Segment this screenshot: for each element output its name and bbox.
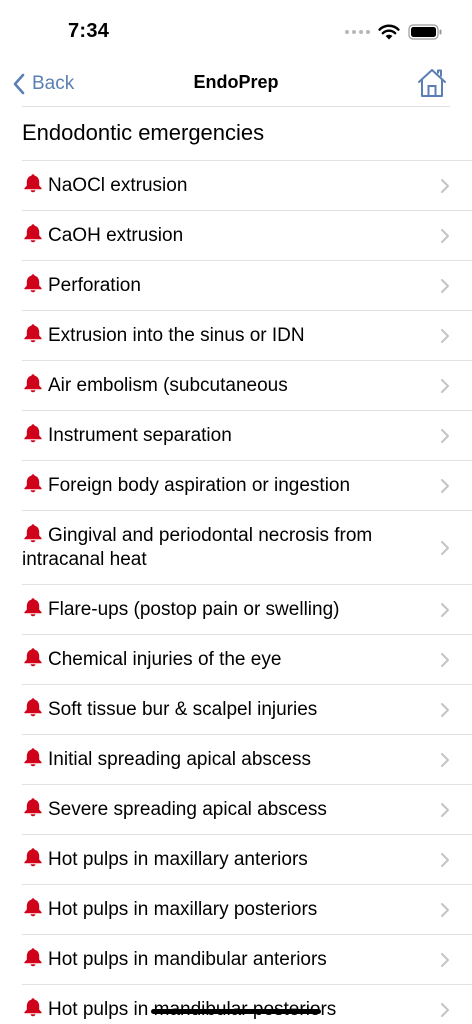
chevron-right-icon <box>441 228 449 243</box>
list-item[interactable]: Initial spreading apical abscess <box>22 734 472 784</box>
list-item-label: CaOH extrusion <box>48 225 184 246</box>
list-item[interactable]: Soft tissue bur & scalpel injuries <box>22 684 472 734</box>
chevron-right-icon <box>441 428 449 443</box>
bell-icon <box>24 948 42 967</box>
bell-icon <box>24 524 42 543</box>
list-item[interactable]: Flare-ups (postop pain or swelling) <box>22 584 472 634</box>
list-item-label: Instrument separation <box>48 425 232 446</box>
bell-icon <box>24 374 42 393</box>
bell-icon <box>24 598 42 617</box>
home-indicator <box>151 1009 321 1014</box>
chevron-right-icon <box>441 802 449 817</box>
list-item[interactable]: NaOCl extrusion <box>22 160 472 210</box>
chevron-right-icon <box>441 478 449 493</box>
chevron-right-icon <box>441 328 449 343</box>
chevron-right-icon <box>441 702 449 717</box>
list-item-label: Extrusion into the sinus or IDN <box>48 325 305 346</box>
list-item-label: Hot pulps in maxillary anteriors <box>48 849 308 870</box>
list-item-label: Initial spreading apical abscess <box>48 749 311 770</box>
bell-icon <box>24 848 42 867</box>
nav-divider <box>22 106 450 107</box>
list-item[interactable]: Extrusion into the sinus or IDN <box>22 310 472 360</box>
page-title: EndoPrep <box>193 72 279 92</box>
list-item[interactable]: Instrument separation <box>22 410 472 460</box>
chevron-right-icon <box>441 752 449 767</box>
list-item[interactable]: Hot pulps in mandibular posteriors <box>22 984 472 1024</box>
status-indicators <box>345 22 444 42</box>
list-item-label: Air embolism (subcutaneous <box>48 375 288 396</box>
chevron-right-icon <box>441 1002 449 1017</box>
list-item-label: Severe spreading apical abscess <box>48 799 327 820</box>
bell-icon <box>24 274 42 293</box>
bell-icon <box>24 998 42 1017</box>
list-item[interactable]: Hot pulps in maxillary posteriors <box>22 884 472 934</box>
list-item[interactable]: Perforation <box>22 260 472 310</box>
wifi-icon <box>378 24 400 40</box>
list-item-label: Foreign body aspiration or ingestion <box>48 475 351 496</box>
list-item[interactable]: Foreign body aspiration or ingestion <box>22 460 472 510</box>
list-item[interactable]: Hot pulps in mandibular anteriors <box>22 934 472 984</box>
bell-icon <box>24 424 42 443</box>
chevron-right-icon <box>441 902 449 917</box>
chevron-right-icon <box>441 178 449 193</box>
bell-icon <box>24 224 42 243</box>
chevron-right-icon <box>441 652 449 667</box>
list-item-label: NaOCl extrusion <box>48 175 188 196</box>
chevron-right-icon <box>441 952 449 967</box>
bell-icon <box>24 174 42 193</box>
home-icon[interactable] <box>416 67 448 99</box>
battery-icon <box>408 24 442 40</box>
list-item-label: Hot pulps in mandibular anteriors <box>48 949 327 970</box>
bell-icon <box>24 474 42 493</box>
section-title: Endodontic emergencies <box>22 120 265 145</box>
list-item-label: Flare-ups (postop pain or swelling) <box>48 599 340 620</box>
chevron-right-icon <box>441 852 449 867</box>
navigation-bar: Back EndoPrep <box>0 62 472 106</box>
bell-icon <box>24 798 42 817</box>
list-item[interactable]: CaOH extrusion <box>22 210 472 260</box>
chevron-right-icon <box>441 602 449 617</box>
chevron-right-icon <box>441 278 449 293</box>
list-item-label: Gingival and periodontal necrosis from i… <box>22 525 373 570</box>
chevron-right-icon <box>441 540 449 555</box>
list-item-label: Soft tissue bur & scalpel injuries <box>48 699 318 720</box>
bell-icon <box>24 898 42 917</box>
bell-icon <box>24 748 42 767</box>
list-item[interactable]: Gingival and periodontal necrosis from i… <box>22 510 472 584</box>
status-bar: 7:34 <box>0 0 472 62</box>
list-item[interactable]: Hot pulps in maxillary anteriors <box>22 834 472 884</box>
chevron-right-icon <box>441 378 449 393</box>
bell-icon <box>24 698 42 717</box>
cellular-signal-icon <box>345 30 370 34</box>
list-item[interactable]: Air embolism (subcutaneous <box>22 360 472 410</box>
status-time: 7:34 <box>68 20 110 42</box>
list-item-label: Perforation <box>48 275 141 296</box>
list-item-label: Chemical injuries of the eye <box>48 649 282 670</box>
list-item[interactable]: Chemical injuries of the eye <box>22 634 472 684</box>
bell-icon <box>24 324 42 343</box>
emergency-list: NaOCl extrusion CaOH extrusion Perforation… <box>0 160 472 1024</box>
list-item[interactable]: Severe spreading apical abscess <box>22 784 472 834</box>
bell-icon <box>24 648 42 667</box>
list-item-label: Hot pulps in maxillary posteriors <box>48 899 318 920</box>
screen: 7:34 Back EndoPrep Endodontic emergencie… <box>0 0 472 1024</box>
